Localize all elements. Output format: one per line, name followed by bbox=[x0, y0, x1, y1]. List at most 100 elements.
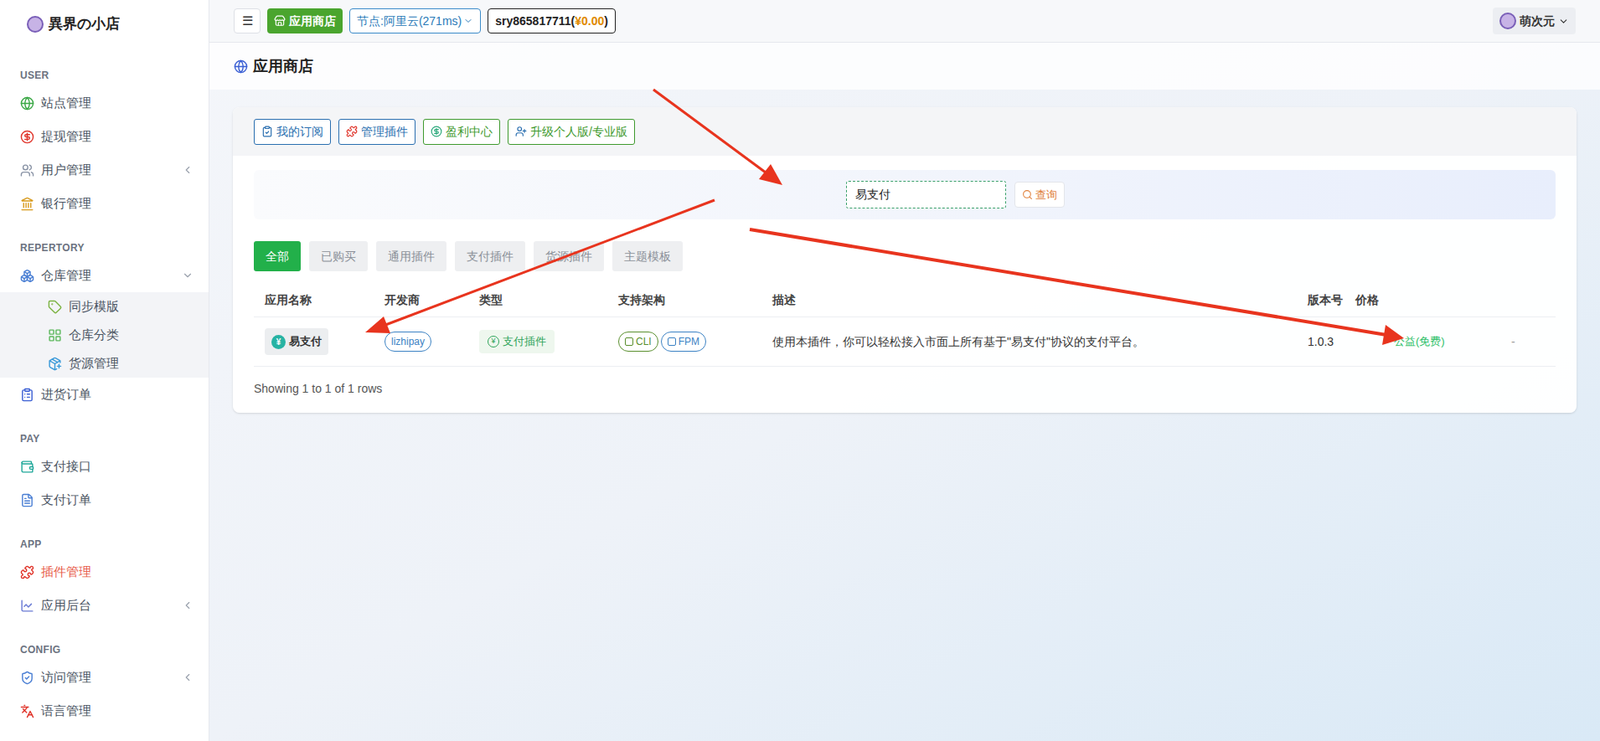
column-header[interactable]: 应用名称 bbox=[264, 291, 385, 310]
plugin-table: 应用名称开发商类型支持架构描述版本号价格 ¥易支付 lizhipay ¥支付插件 CLI… bbox=[253, 283, 1556, 398]
sidebar-item[interactable]: 提现管理 bbox=[0, 119, 209, 154]
action-icon bbox=[345, 125, 358, 138]
arrow-to-search-icon bbox=[653, 89, 783, 186]
menu-icon bbox=[47, 299, 62, 315]
sidebar-item[interactable]: 银行管理 bbox=[0, 186, 209, 221]
action-bar: 我的订阅管理插件盈利中心升级个人版/专业版 bbox=[232, 107, 1577, 156]
user-avatar-icon bbox=[1499, 12, 1517, 30]
action-button[interactable]: 管理插件 bbox=[338, 118, 416, 145]
version: 1.0.3 bbox=[1307, 333, 1356, 351]
column-header[interactable]: 版本号 bbox=[1307, 291, 1356, 310]
action-icon bbox=[261, 125, 274, 138]
filter-tab[interactable]: 通用插件 bbox=[376, 241, 447, 272]
sidebar-item[interactable]: 插件管理 bbox=[0, 555, 209, 589]
sidebar-item[interactable]: 应用后台 bbox=[0, 588, 209, 623]
filter-tabs: 全部已购买通用插件支付插件货源插件主题模板 bbox=[253, 241, 1556, 272]
sidebar-item[interactable]: 语言管理 bbox=[0, 694, 209, 728]
sidebar-section: REPERTORY仓库管理同步模版仓库分类货源管理进货订单 bbox=[0, 220, 209, 412]
app-name-badge[interactable]: ¥易支付 bbox=[264, 328, 329, 356]
action-icon bbox=[515, 125, 527, 138]
arch-icon bbox=[624, 337, 634, 346]
menu-icon bbox=[20, 493, 35, 508]
table-footer: Showing 1 to 1 of 1 rows bbox=[253, 380, 1556, 398]
pay-icon: ¥ bbox=[271, 335, 286, 350]
column-header[interactable]: 支持架构 bbox=[618, 291, 773, 310]
arrow-to-price-icon bbox=[749, 229, 1404, 346]
search-area: 易支付查询 bbox=[253, 170, 1556, 220]
caret-icon bbox=[1558, 15, 1570, 27]
menu-icon bbox=[20, 163, 35, 178]
arch-tag: FPM bbox=[660, 331, 707, 352]
app-title: 異界の小店 bbox=[48, 13, 120, 36]
sidebar-item[interactable]: 用户管理 bbox=[0, 153, 209, 187]
search-button[interactable]: 查询 bbox=[1014, 181, 1065, 208]
chevron-down-icon bbox=[181, 269, 194, 282]
section-label: PAY bbox=[0, 411, 209, 450]
sidebar-section: APP插件管理应用后台 bbox=[0, 516, 209, 623]
chevron-left-icon bbox=[181, 164, 194, 176]
avatar-icon bbox=[26, 15, 44, 33]
menu-icon bbox=[20, 196, 35, 212]
caret-icon bbox=[463, 15, 474, 26]
sidebar-subitem[interactable]: 货源管理 bbox=[0, 349, 209, 378]
arch-tag: CLI bbox=[618, 331, 659, 352]
filter-tab[interactable]: 主题模板 bbox=[612, 241, 683, 272]
sidebar-item[interactable]: 仓库管理 bbox=[0, 258, 209, 293]
pay-icon: ¥ bbox=[487, 335, 500, 348]
store-globe-icon bbox=[233, 59, 248, 74]
filter-tab[interactable]: 已购买 bbox=[309, 241, 368, 272]
store-panel: 我的订阅管理插件盈利中心升级个人版/专业版易支付查询全部已购买通用插件支付插件货… bbox=[232, 107, 1577, 413]
user-menu[interactable]: 萌次元 bbox=[1492, 7, 1576, 35]
column-header[interactable]: 描述 bbox=[772, 291, 1308, 310]
filter-tab[interactable]: 货源插件 bbox=[533, 241, 604, 272]
search-icon bbox=[1021, 189, 1033, 201]
sidebar-subitem[interactable]: 同步模版 bbox=[0, 292, 209, 321]
filter-tab[interactable]: 全部 bbox=[253, 241, 301, 272]
menu-icon bbox=[47, 328, 62, 343]
menu-icon bbox=[20, 598, 35, 614]
menu-button[interactable]: ☰ bbox=[233, 8, 261, 34]
extra-cell: - bbox=[1511, 333, 1545, 351]
sidebar-item[interactable]: 支付接口 bbox=[0, 449, 209, 484]
section-label: USER bbox=[0, 47, 209, 87]
action-button[interactable]: 升级个人版/专业版 bbox=[507, 118, 635, 145]
sidebar-section: CONFIG访问管理语言管理 bbox=[0, 622, 209, 728]
action-button[interactable]: 盈利中心 bbox=[423, 118, 501, 145]
description: 使用本插件，你可以轻松接入市面上所有基于"易支付"协议的支付平台。 bbox=[772, 333, 1308, 351]
type-tag: ¥支付插件 bbox=[479, 330, 555, 354]
menu-icon bbox=[20, 96, 35, 111]
column-header[interactable]: 价格 bbox=[1355, 291, 1512, 310]
main: ☰应用商店节点:阿里云(271ms)sry865817711(¥0.00)萌次元… bbox=[209, 0, 1600, 741]
sidebar-item[interactable]: 站点管理 bbox=[0, 86, 209, 120]
menu-icon bbox=[20, 459, 35, 475]
table-row[interactable]: ¥易支付 lizhipay ¥支付插件 CLIFPM 使用本插件，你可以轻松接入市面上所… bbox=[253, 316, 1556, 367]
menu-icon bbox=[20, 704, 35, 719]
sidebar: 異界の小店 USER站点管理提现管理用户管理银行管理REPERTORY仓库管理同步… bbox=[0, 0, 210, 741]
store-button[interactable]: 应用商店 bbox=[267, 8, 343, 34]
sidebar-subitem[interactable]: 仓库分类 bbox=[0, 320, 209, 350]
table-header: 应用名称开发商类型支持架构描述版本号价格 bbox=[253, 283, 1556, 317]
account-badge[interactable]: sry865817711(¥0.00) bbox=[487, 8, 616, 34]
action-button[interactable]: 我的订阅 bbox=[253, 118, 331, 145]
store-icon bbox=[273, 15, 286, 27]
sidebar-section: USER站点管理提现管理用户管理银行管理 bbox=[0, 47, 209, 221]
developer-tag[interactable]: lizhipay bbox=[384, 331, 432, 352]
topbar: ☰应用商店节点:阿里云(271ms)sry865817711(¥0.00) 萌次元 bbox=[209, 0, 1600, 43]
search-input[interactable]: 易支付 bbox=[846, 180, 1007, 209]
filter-tab[interactable]: 支付插件 bbox=[454, 241, 526, 272]
sidebar-logo[interactable]: 異界の小店 bbox=[0, 0, 209, 48]
chevron-left-icon bbox=[181, 671, 194, 684]
arrow-to-name-icon bbox=[365, 200, 715, 334]
menu-icon bbox=[20, 268, 35, 284]
sidebar-item[interactable]: 访问管理 bbox=[0, 660, 209, 695]
chevron-left-icon bbox=[181, 599, 194, 612]
node-dropdown[interactable]: 节点:阿里云(271ms) bbox=[349, 8, 481, 34]
sidebar-section: PAY支付接口支付订单 bbox=[0, 411, 209, 517]
menu-icon bbox=[20, 129, 35, 145]
page-title-bar: 应用商店 bbox=[209, 42, 1600, 90]
app-root: 異界の小店 USER站点管理提现管理用户管理银行管理REPERTORY仓库管理同步… bbox=[0, 0, 1600, 741]
column-header[interactable]: 类型 bbox=[479, 291, 619, 310]
sidebar-item[interactable]: 进货订单 bbox=[0, 377, 209, 412]
sidebar-item[interactable]: 支付订单 bbox=[0, 483, 209, 517]
column-header[interactable]: 开发商 bbox=[384, 291, 480, 310]
